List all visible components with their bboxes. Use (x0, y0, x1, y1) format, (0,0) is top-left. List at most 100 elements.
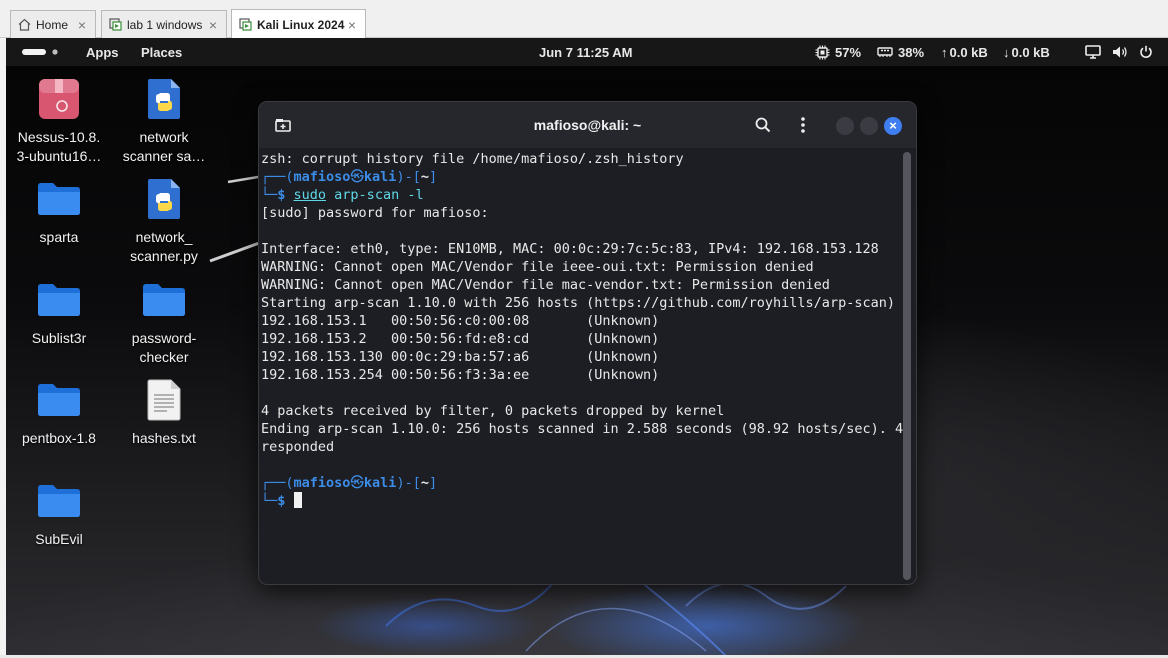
terminal-header-bar[interactable]: mafioso@kali: ~ × (259, 102, 916, 148)
download-indicator[interactable]: ↓ 0.0 kB (1003, 38, 1050, 66)
terminal-line: 192.168.153.1 00:50:56:c0:00:08 (Unknown… (261, 313, 660, 329)
volume-button[interactable] (1112, 38, 1128, 66)
desktop-icon-label: password- checker (131, 330, 197, 365)
vm-icon (238, 18, 252, 32)
download-rate: 0.0 kB (1011, 44, 1050, 60)
active-command-line[interactable]: └─$ (261, 492, 901, 510)
prompt-path: ~ (420, 169, 429, 185)
menu-button[interactable] (792, 114, 814, 136)
arrow-down-icon: ↓ (1003, 44, 1010, 60)
kali-skull-icon: ㉿ (350, 169, 364, 185)
minimize-button[interactable] (836, 117, 854, 135)
desktop-icon-label: pentbox-1.8 (22, 430, 96, 446)
desktop-icon-hashes-txt[interactable]: hashes.txt (112, 377, 216, 448)
terminal-line: 192.168.153.130 00:0c:29:ba:57:a6 (Unkno… (261, 349, 660, 365)
search-icon (755, 117, 771, 133)
desktop-icon-subevil[interactable]: SubEvil (7, 478, 111, 549)
desktop-icon-sublist3r[interactable]: Sublist3r (7, 277, 111, 348)
folder-icon (7, 176, 111, 222)
prompt-user: mafioso (293, 475, 351, 491)
terminal-line: [sudo] password for mafioso: (261, 205, 489, 221)
command-sudo: sudo (293, 187, 327, 203)
tab-kali-linux-2024-label: Kali Linux 2024 (257, 17, 345, 32)
desktop-icon-pentbox[interactable]: pentbox-1.8 (7, 377, 111, 448)
prompt-host: kali (363, 169, 397, 185)
prompt-line: ┌──(mafioso㉿kali)-[~] (261, 475, 438, 491)
command-args: arp-scan -l (326, 187, 424, 203)
tab-home[interactable]: Home × (10, 10, 96, 38)
prompt-user: mafioso (293, 169, 351, 185)
desktop-icon-label: Nessus-10.8. 3-ubuntu16… (16, 129, 102, 164)
scrollbar-thumb[interactable] (903, 152, 911, 580)
desktop-icon-label: network_ scanner.py (130, 229, 198, 264)
display-icon (1085, 45, 1101, 59)
desktop-icon-label: SubEvil (35, 531, 83, 547)
workspace-indicator[interactable] (22, 38, 62, 66)
apps-menu[interactable]: Apps (86, 38, 119, 66)
debian-package-icon (7, 76, 111, 122)
screen-button[interactable] (1085, 38, 1101, 66)
desktop-icon-label: sparta (39, 229, 79, 245)
vm-icon (108, 18, 122, 32)
tab-lab-1-windows[interactable]: lab 1 windows × (101, 10, 227, 38)
clock[interactable]: Jun 7 11:25 AM (539, 38, 632, 66)
folder-icon (7, 478, 111, 524)
close-icon[interactable]: × (206, 18, 220, 32)
cpu-indicator[interactable]: 57% (815, 38, 861, 66)
close-icon[interactable]: × (345, 18, 359, 32)
terminal-line: zsh: corrupt history file /home/mafioso/… (261, 151, 684, 167)
kali-skull-icon: ㉿ (350, 475, 364, 491)
vm-tab-strip: Home × lab 1 windows × Kali Linux 2024 × (0, 0, 1168, 39)
terminal-line: 192.168.153.254 00:50:56:f3:3a:ee (Unkno… (261, 367, 660, 383)
desktop-icon-sparta[interactable]: sparta (7, 176, 111, 247)
folder-icon (7, 377, 111, 423)
desktop-icon-password-checker[interactable]: password- checker (112, 277, 216, 367)
desktop-icon-label: Sublist3r (31, 330, 87, 346)
power-button[interactable] (1139, 38, 1153, 66)
maximize-button[interactable] (860, 117, 878, 135)
memory-percent: 38% (898, 44, 925, 60)
memory-indicator[interactable]: 38% (877, 38, 924, 66)
close-button[interactable]: × (884, 117, 902, 135)
tab-home-label: Home (36, 17, 69, 32)
desktop-icon-network-scanner-sa[interactable]: network scanner sa… (112, 76, 216, 166)
speaker-icon (1113, 46, 1127, 58)
python-file-icon (112, 76, 216, 122)
terminal-line: WARNING: Cannot open MAC/Vendor file iee… (261, 259, 814, 275)
terminal-line: 192.168.153.2 00:50:56:fd:e8:cd (Unknown… (261, 331, 660, 347)
terminal-scrollbar[interactable] (903, 152, 911, 580)
text-cursor (293, 492, 302, 508)
kebab-menu-icon (801, 117, 805, 133)
search-button[interactable] (752, 114, 774, 136)
terminal-title: mafioso@kali: ~ (533, 117, 642, 133)
desktop-icon-label: hashes.txt (132, 430, 196, 446)
terminal-line: Starting arp-scan 1.10.0 with 256 hosts … (261, 295, 895, 311)
desktop-icon-network-scanner-py[interactable]: network_ scanner.py (112, 176, 216, 266)
desktop-icon-nessus[interactable]: Nessus-10.8. 3-ubuntu16… (7, 76, 111, 166)
terminal-window[interactable]: mafioso@kali: ~ × zsh: corrupt history f… (258, 101, 917, 585)
memory-icon (877, 47, 893, 57)
home-icon (17, 18, 31, 32)
terminal-output[interactable]: zsh: corrupt history file /home/mafioso/… (261, 150, 903, 580)
power-icon (1140, 45, 1152, 58)
terminal-line: WARNING: Cannot open MAC/Vendor file mac… (261, 277, 830, 293)
text-file-icon (112, 377, 216, 423)
arrow-up-icon: ↑ (941, 44, 948, 60)
workspace-dots-icon (22, 49, 58, 55)
tab-kali-linux-2024[interactable]: Kali Linux 2024 × (231, 9, 366, 39)
close-icon[interactable]: × (75, 18, 89, 32)
places-menu[interactable]: Places (141, 38, 182, 66)
prompt-host: kali (363, 475, 397, 491)
cpu-percent: 57% (835, 44, 862, 60)
command-line: └─$ sudo arp-scan -l (261, 187, 424, 203)
top-panel: Apps Places Jun 7 11:25 AM 57% 38% ↑ 0.0… (6, 38, 1168, 66)
prompt-line: ┌──(mafioso㉿kali)-[~] (261, 169, 438, 185)
cpu-icon (815, 45, 830, 59)
upload-rate: 0.0 kB (949, 44, 988, 60)
desktop-icon-label: network scanner sa… (122, 129, 206, 164)
upload-indicator[interactable]: ↑ 0.0 kB (941, 38, 988, 66)
python-file-icon (112, 176, 216, 222)
